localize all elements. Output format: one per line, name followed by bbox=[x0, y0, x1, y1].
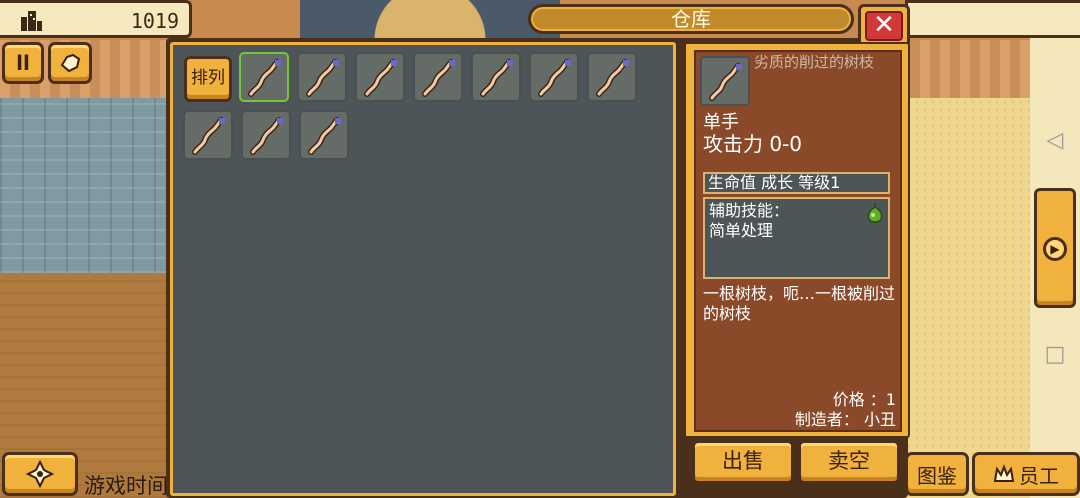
skill-name: 简单处理 bbox=[709, 221, 774, 240]
item-attack: 攻击力 0-0 bbox=[703, 132, 803, 156]
inventory-slot[interactable] bbox=[297, 52, 347, 102]
game-time-label: 游戏时间 bbox=[84, 474, 168, 498]
resource-bar: 1019 bbox=[0, 0, 192, 38]
inventory-slot[interactable] bbox=[529, 52, 579, 102]
resource-value: 1019 bbox=[130, 9, 179, 33]
stick-icon bbox=[538, 59, 571, 97]
stick-icon bbox=[306, 59, 339, 97]
sort-button[interactable]: 排列 bbox=[184, 56, 232, 102]
inventory-slot[interactable] bbox=[413, 52, 463, 102]
crown-icon bbox=[993, 464, 1015, 482]
pause-icon: ll bbox=[16, 51, 30, 75]
navigation-button[interactable] bbox=[2, 452, 78, 496]
stick-icon bbox=[364, 59, 397, 97]
codex-button[interactable]: 图鉴 bbox=[905, 452, 969, 496]
stick-icon bbox=[596, 59, 629, 97]
staff-label: 员工 bbox=[1019, 463, 1059, 488]
item-name: 劣质的削过的树枝 bbox=[754, 53, 875, 71]
item-preview bbox=[700, 56, 750, 106]
item-maker: 制造者： 小丑 bbox=[794, 410, 896, 429]
back-nav-icon[interactable]: ◁ bbox=[1040, 128, 1070, 153]
inventory-slot[interactable] bbox=[239, 52, 289, 102]
inventory-slot[interactable] bbox=[355, 52, 405, 102]
inventory-slot[interactable] bbox=[241, 110, 291, 160]
side-expand-button[interactable]: ▶ bbox=[1034, 188, 1076, 308]
item-skill-box: 辅助技能： 简单处理 bbox=[703, 197, 890, 279]
codex-label: 图鉴 bbox=[917, 463, 957, 488]
window-title: 仓库 bbox=[528, 4, 854, 34]
building-icon bbox=[21, 11, 42, 31]
stick-icon bbox=[308, 117, 341, 155]
inventory-slot[interactable] bbox=[299, 110, 349, 160]
sell-button[interactable]: 出售 bbox=[692, 440, 794, 484]
top-right-bar bbox=[905, 0, 1080, 38]
sand-floor bbox=[905, 98, 1030, 498]
stick-icon bbox=[250, 117, 283, 155]
hand-tool-button[interactable] bbox=[48, 42, 92, 84]
sell-all-button[interactable]: 卖空 bbox=[798, 440, 900, 484]
arrow-right-icon: ▶ bbox=[1043, 237, 1067, 261]
stick-icon bbox=[248, 59, 281, 97]
stick-icon bbox=[709, 63, 742, 101]
item-tags: 生命值 成长 等级1 bbox=[703, 172, 890, 194]
stick-icon bbox=[192, 117, 225, 155]
inventory-slot[interactable] bbox=[587, 52, 637, 102]
close-icon: ✕ bbox=[865, 11, 903, 41]
sun-backdrop bbox=[300, 0, 560, 40]
compass-icon bbox=[26, 460, 54, 488]
pause-button[interactable]: ll bbox=[2, 42, 44, 84]
stone-floor bbox=[0, 98, 170, 273]
stick-icon bbox=[480, 59, 513, 97]
potion-icon bbox=[867, 203, 883, 223]
item-description: 一根树枝，呃…一根被削过的树枝 bbox=[703, 284, 896, 323]
inventory-slot[interactable] bbox=[183, 110, 233, 160]
inventory-slot[interactable] bbox=[471, 52, 521, 102]
hand-icon bbox=[60, 53, 81, 73]
recents-nav-icon[interactable]: □ bbox=[1040, 342, 1070, 367]
stick-icon bbox=[422, 59, 455, 97]
skill-title: 辅助技能： bbox=[709, 201, 790, 220]
staff-button[interactable]: 员工 bbox=[972, 452, 1080, 496]
